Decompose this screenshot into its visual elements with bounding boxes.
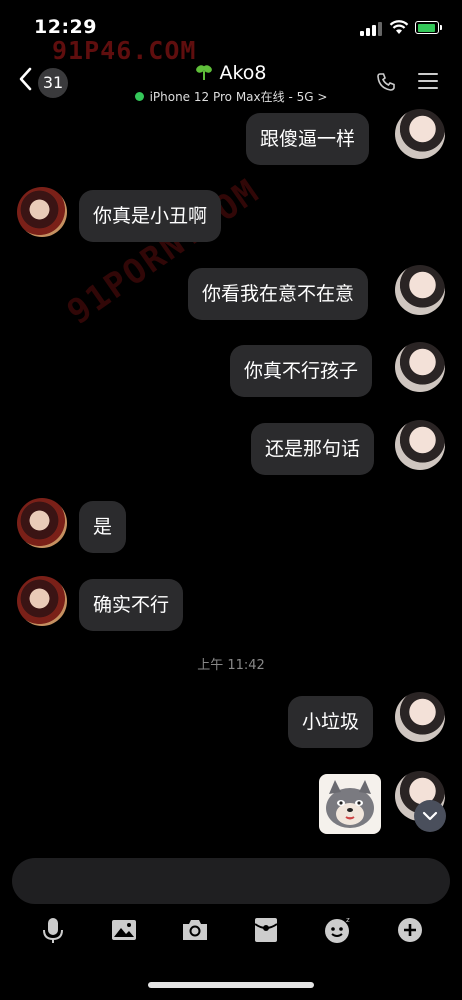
message-input[interactable] [12, 858, 450, 904]
message-bubble[interactable]: 你真是小丑啊 [79, 190, 222, 242]
my-avatar[interactable] [395, 692, 445, 742]
scroll-to-bottom-button[interactable] [414, 800, 446, 832]
contact-avatar[interactable] [17, 576, 67, 626]
home-indicator[interactable] [148, 982, 314, 988]
image-icon[interactable] [110, 916, 138, 944]
cellular-signal-icon [360, 22, 382, 36]
contact-name: Ako8 [219, 62, 267, 84]
menu-icon[interactable] [418, 72, 438, 90]
chevron-down-icon [422, 811, 438, 821]
emoji-icon[interactable]: z [323, 916, 351, 944]
my-avatar[interactable] [395, 342, 445, 392]
camera-icon[interactable] [181, 916, 209, 944]
message-bubble[interactable]: 还是那句话 [251, 423, 375, 475]
message-bubble[interactable]: 确实不行 [79, 579, 184, 631]
chat-toolbar: z [0, 910, 462, 950]
status-time: 12:29 [34, 16, 97, 38]
my-avatar[interactable] [395, 265, 445, 315]
microphone-icon[interactable] [39, 916, 67, 944]
device-status-text: iPhone 12 Pro Max在线 - 5G [149, 90, 314, 104]
my-avatar[interactable] [395, 109, 445, 159]
message-bubble[interactable]: 是 [79, 501, 127, 553]
message-bubble[interactable]: 跟傻逼一样 [246, 113, 370, 165]
dog-sticker-icon[interactable] [319, 774, 381, 834]
online-dot-icon [134, 92, 144, 101]
message-timestamp: 上午 11:42 [197, 658, 265, 673]
chat-header: 31 Ako8 iPhone 12 Pro Max在线 - 5G > [0, 52, 462, 110]
contact-avatar[interactable] [17, 498, 67, 548]
message-bubble[interactable]: 小垃圾 [288, 696, 374, 748]
phone-icon[interactable] [376, 72, 396, 92]
svg-text:z: z [346, 916, 350, 924]
battery-icon [415, 21, 442, 34]
message-bubble[interactable]: 你真不行孩子 [230, 345, 373, 397]
my-avatar[interactable] [395, 420, 445, 470]
chevron-right-icon: > [317, 90, 328, 104]
message-bubble[interactable]: 你看我在意不在意 [188, 268, 369, 320]
wifi-icon [389, 20, 409, 34]
plus-icon[interactable] [396, 916, 424, 944]
clover-icon [196, 65, 213, 80]
red-packet-icon[interactable] [252, 916, 280, 944]
contact-avatar[interactable] [17, 187, 67, 237]
